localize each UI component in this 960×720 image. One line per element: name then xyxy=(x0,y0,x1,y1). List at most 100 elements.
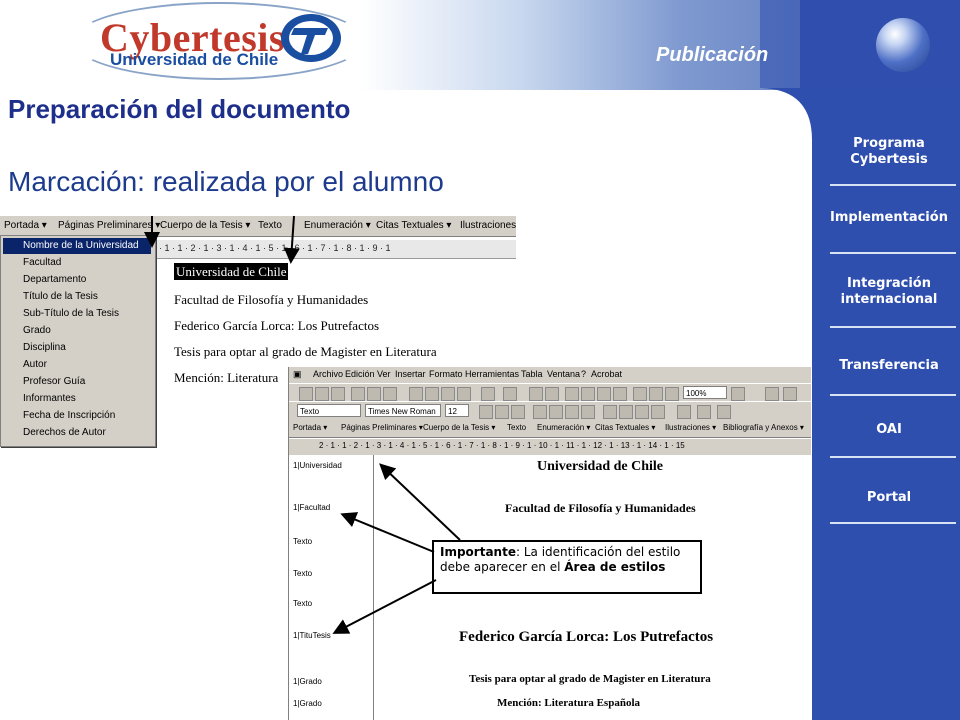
doc-line: Mención: Literatura Española xyxy=(497,697,640,709)
doc-line: Facultad de Filosofía y Humanidades xyxy=(505,501,696,515)
dropdown-item[interactable]: Derechos de Autor xyxy=(3,425,151,441)
word2-menu-item[interactable]: Formato xyxy=(429,369,463,379)
style-area: 1|Universidad 1|Facultad Texto Texto Tex… xyxy=(289,455,374,720)
show-hide-icon[interactable] xyxy=(665,387,679,401)
format-painter-icon[interactable] xyxy=(457,387,471,401)
nav-item-transferencia[interactable]: Transferencia xyxy=(818,358,960,374)
dropdown-item[interactable]: Disciplina xyxy=(3,340,151,356)
font-color-icon[interactable] xyxy=(717,405,731,419)
dropdown-item[interactable]: Sub-Título de la Tesis xyxy=(3,306,151,322)
word1-menu-paginas[interactable]: Páginas Preliminares ▾ xyxy=(58,220,160,231)
word1-menu-citas[interactable]: Citas Textuales ▾ xyxy=(376,220,451,231)
logo-subtitle: Universidad de Chile xyxy=(110,50,279,69)
bold-icon[interactable] xyxy=(479,405,493,419)
columns-icon[interactable] xyxy=(613,387,627,401)
dropdown-item[interactable]: Profesor Guía xyxy=(3,374,151,390)
pdf-mail-icon[interactable] xyxy=(783,387,797,401)
redo-icon[interactable] xyxy=(503,387,517,401)
word1-menu-cuerpo[interactable]: Cuerpo de la Tesis ▾ xyxy=(160,220,250,231)
spelling-icon[interactable] xyxy=(383,387,397,401)
nav-item-programa[interactable]: Programa Cybertesis xyxy=(818,136,960,168)
callout-bold-emphasis: Área de estilos xyxy=(564,560,666,574)
align-right-icon[interactable] xyxy=(565,405,579,419)
word1-menu-texto[interactable]: Texto xyxy=(258,220,282,231)
help-icon[interactable] xyxy=(731,387,745,401)
undo-icon[interactable] xyxy=(481,387,495,401)
word2-bar-item[interactable]: Texto xyxy=(507,423,526,432)
italic-icon[interactable] xyxy=(495,405,509,419)
dropdown-item[interactable]: Nombre de la Universidad xyxy=(3,238,151,254)
word2-bar-item[interactable]: Cuerpo de la Tesis ▾ xyxy=(423,423,495,432)
word2-bar-item[interactable]: Páginas Preliminares ▾ xyxy=(341,423,423,432)
hyperlink-icon[interactable] xyxy=(529,387,543,401)
dropdown-item[interactable]: Autor xyxy=(3,357,151,373)
word2-menu-item[interactable]: ? xyxy=(581,369,586,379)
open-icon[interactable] xyxy=(315,387,329,401)
paste-icon[interactable] xyxy=(441,387,455,401)
drawing-icon[interactable] xyxy=(633,387,647,401)
numbering-icon[interactable] xyxy=(603,405,617,419)
zoom-select[interactable]: 100% xyxy=(683,386,727,399)
word2-bar-item[interactable]: Citas Textuales ▾ xyxy=(595,423,655,432)
nav-label: internacional xyxy=(840,292,938,307)
style-area-label: 1|Universidad xyxy=(293,461,342,470)
word2-bar-item[interactable]: Enumeración ▾ xyxy=(537,423,590,432)
dropdown-item[interactable]: Departamento xyxy=(3,272,151,288)
decrease-indent-icon[interactable] xyxy=(635,405,649,419)
web-toolbar-icon[interactable] xyxy=(545,387,559,401)
pdf-icon[interactable] xyxy=(765,387,779,401)
word1-menu-enumeracion[interactable]: Enumeración ▾ xyxy=(304,220,371,231)
excel-icon[interactable] xyxy=(597,387,611,401)
bullets-icon[interactable] xyxy=(619,405,633,419)
justify-icon[interactable] xyxy=(581,405,595,419)
word2-menu-item[interactable]: Edición xyxy=(345,369,375,379)
page-subtitle: Marcación: realizada por el alumno xyxy=(8,166,444,197)
document-map-icon[interactable] xyxy=(649,387,663,401)
nav-item-oai[interactable]: OAI xyxy=(818,422,960,438)
nav-item-implementacion[interactable]: Implementación xyxy=(818,210,960,226)
font-select[interactable]: Times New Roman xyxy=(365,404,441,417)
word1-menubar: Portada ▾ Páginas Preliminares ▾ Cuerpo … xyxy=(0,216,516,237)
dropdown-item[interactable]: Fecha de Inscripción xyxy=(3,408,151,424)
word2-menu-item[interactable]: Ver xyxy=(377,369,391,379)
word2-menu-item[interactable]: Herramientas xyxy=(465,369,519,379)
highlight-icon[interactable] xyxy=(697,405,711,419)
nav-divider xyxy=(830,522,956,524)
word2-bar-item[interactable]: Portada ▾ xyxy=(293,423,327,432)
word2-menu-item[interactable]: Insertar xyxy=(395,369,426,379)
nav-divider xyxy=(830,326,956,328)
cut-icon[interactable] xyxy=(409,387,423,401)
word1-menu-portada[interactable]: Portada ▾ xyxy=(4,220,47,231)
word2-menu-item[interactable]: Archivo xyxy=(313,369,343,379)
underline-icon[interactable] xyxy=(511,405,525,419)
save-icon[interactable] xyxy=(331,387,345,401)
print-icon[interactable] xyxy=(351,387,365,401)
word2-menu-item[interactable]: Ventana xyxy=(547,369,580,379)
insert-table-icon[interactable] xyxy=(581,387,595,401)
dropdown-item[interactable]: Título de la Tesis xyxy=(3,289,151,305)
cybertesis-logo[interactable]: Cybertesis Universidad de Chile xyxy=(8,0,366,84)
word2-menu-item[interactable]: Tabla xyxy=(521,369,543,379)
nav-item-portal[interactable]: Portal xyxy=(818,490,960,506)
size-select[interactable]: 12 xyxy=(445,404,469,417)
word2-bar-item[interactable]: Bibliografía y Anexos ▾ xyxy=(723,423,804,432)
increase-indent-icon[interactable] xyxy=(651,405,665,419)
dropdown-item[interactable]: Informantes xyxy=(3,391,151,407)
preview-icon[interactable] xyxy=(367,387,381,401)
new-icon[interactable] xyxy=(299,387,313,401)
border-icon[interactable] xyxy=(677,405,691,419)
nav-label: Implementación xyxy=(830,210,948,225)
word1-menu-ilustraciones[interactable]: Ilustraciones xyxy=(460,220,516,231)
table-icon[interactable] xyxy=(565,387,579,401)
align-left-icon[interactable] xyxy=(533,405,547,419)
word2-menubar: ▣ Archivo Edición Ver Insertar Formato H… xyxy=(289,367,811,383)
dropdown-item[interactable]: Facultad xyxy=(3,255,151,271)
style-select[interactable]: Texto xyxy=(297,404,361,417)
nav-item-integracion[interactable]: Integración internacional xyxy=(818,276,960,308)
word2-bar-item[interactable]: Ilustraciones ▾ xyxy=(665,423,716,432)
doc-line: Tesis para optar al grado de Magister en… xyxy=(174,344,437,359)
dropdown-item[interactable]: Grado xyxy=(3,323,151,339)
align-center-icon[interactable] xyxy=(549,405,563,419)
word2-menu-item[interactable]: Acrobat xyxy=(591,369,622,379)
copy-icon[interactable] xyxy=(425,387,439,401)
